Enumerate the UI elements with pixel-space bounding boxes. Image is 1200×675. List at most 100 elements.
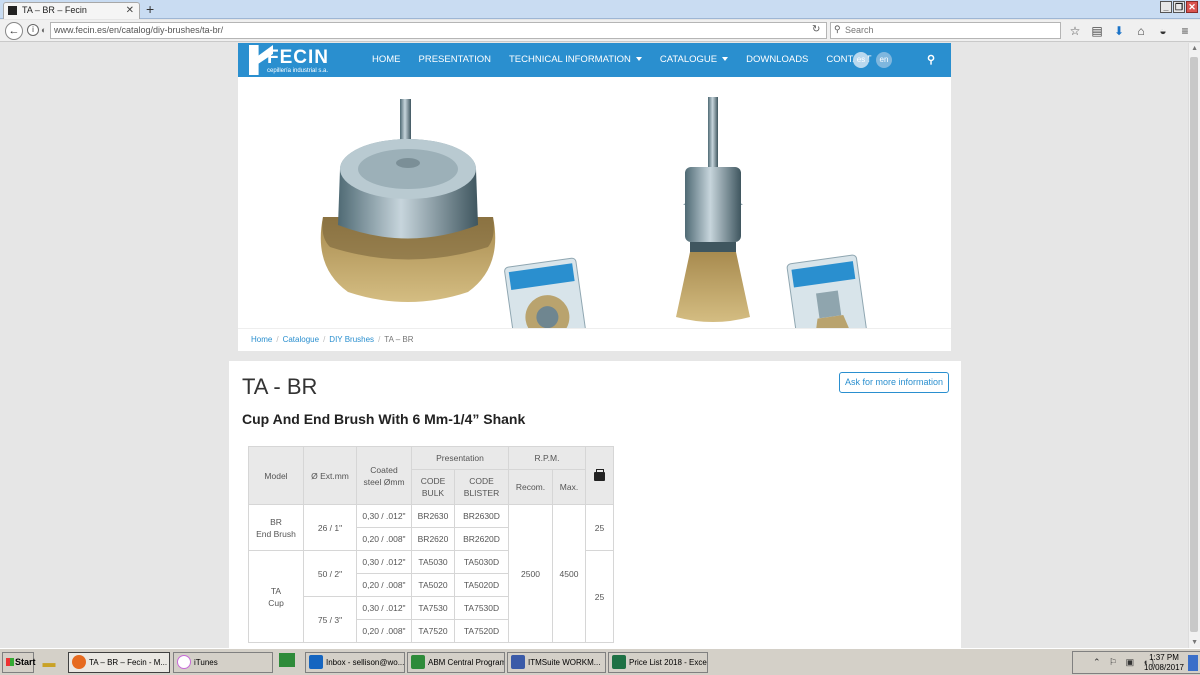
breadcrumb-diy-brushes[interactable]: DIY Brushes	[329, 335, 374, 344]
vertical-scrollbar[interactable]: ▲ ▼	[1188, 43, 1200, 648]
itmsuite-icon	[511, 655, 525, 669]
browser-navbar: ← i ◐ www.fecin.es/en/catalog/diy-brushe…	[0, 20, 1200, 42]
search-icon: ⚲	[834, 24, 841, 34]
back-button[interactable]: ←	[5, 22, 23, 40]
info-icon[interactable]: i	[27, 24, 39, 36]
bulk-code-cell: TA7520	[411, 619, 455, 643]
table-row: BR End Brush 26 / 1" 0,30 / .012" BR2630 …	[248, 504, 614, 643]
new-tab-button[interactable]: +	[146, 1, 154, 17]
taskbar-item-itunes[interactable]: iTunes	[173, 652, 273, 673]
menu-item-catalogue[interactable]: CATALOGUE	[651, 43, 737, 77]
main-menu: HOME PRESENTATION TECHNICAL INFORMATION …	[363, 43, 881, 77]
product-spec-table: Model Ø Ext.mm Coated steel Ømm Presentat…	[248, 446, 614, 643]
taskbar-item-itmsuite[interactable]: ITMSuite WORKM...	[507, 652, 606, 673]
menu-item-contact[interactable]: CONTACT	[817, 43, 880, 77]
close-tab-icon[interactable]: ✕	[126, 3, 134, 18]
reload-icon[interactable]: ↻	[812, 24, 820, 35]
breadcrumb-home[interactable]: Home	[251, 335, 272, 344]
header-ext-diameter: Ø Ext.mm	[303, 446, 357, 505]
pocket-icon[interactable]: ◒	[1156, 23, 1170, 39]
reading-list-icon[interactable]: ▤	[1090, 23, 1104, 39]
scroll-up-arrow-icon[interactable]: ▲	[1191, 45, 1198, 52]
rpm-max-cell: 4500	[552, 504, 586, 643]
ask-for-more-information-button[interactable]: Ask for more information	[839, 372, 949, 393]
header-rpm-max: Max.	[552, 469, 586, 505]
show-desktop-button[interactable]	[1188, 655, 1198, 671]
taskbar-clock[interactable]: 1:37 PM 10/08/2017	[1144, 653, 1184, 673]
caret-down-icon	[722, 57, 729, 62]
bulk-code-cell: TA5030	[411, 550, 455, 574]
header-model: Model	[248, 446, 304, 505]
download-icon[interactable]: ⬇	[1112, 23, 1126, 39]
outlook-icon	[309, 655, 323, 669]
start-button[interactable]: Start	[2, 652, 36, 673]
taskbar-item-firefox[interactable]: TA – BR – Fecin - M...	[68, 652, 170, 673]
steel-cell: 0,30 / .012"	[356, 504, 412, 528]
start-label: Start	[15, 657, 36, 667]
header-code-blister: CODE BLISTER	[454, 469, 509, 505]
site-favicon-icon	[8, 6, 17, 15]
excel-icon	[612, 655, 626, 669]
steel-cell: 0,20 / .008"	[356, 619, 412, 643]
taskbar-item-label: iTunes	[194, 658, 218, 667]
taskbar-item-label: Price List 2018 - Excel	[629, 658, 708, 667]
steel-cell: 0,30 / .012"	[356, 550, 412, 574]
itunes-icon	[177, 655, 191, 669]
browser-tab[interactable]: TA – BR – Fecin ✕	[3, 2, 140, 19]
taskbar-item-abm[interactable]: ABM Central Program	[407, 652, 505, 673]
bookmark-star-icon[interactable]: ☆	[1068, 23, 1082, 39]
taskbar-item-excel[interactable]: Price List 2018 - Excel	[608, 652, 708, 673]
url-bar[interactable]: www.fecin.es/en/catalog/diy-brushes/ta-b…	[50, 22, 827, 39]
breadcrumb-separator: /	[378, 335, 381, 344]
header-coated-steel: Coated steel Ømm	[356, 446, 412, 505]
url-text: www.fecin.es/en/catalog/diy-brushes/ta-b…	[54, 25, 224, 35]
blister-code-cell: TA5030D	[454, 550, 509, 574]
breadcrumb-catalogue[interactable]: Catalogue	[283, 335, 319, 344]
product-photos	[320, 97, 869, 357]
blister-code-cell: TA7530D	[454, 596, 509, 620]
browser-search-input[interactable]: Search	[830, 22, 1061, 39]
menu-item-technical-information[interactable]: TECHNICAL INFORMATION	[500, 43, 651, 77]
product-subtitle: Cup And End Brush With 6 Mm-1/4” Shank	[242, 411, 526, 427]
maximize-button[interactable]: ❐	[1173, 1, 1185, 13]
scrollbar-thumb[interactable]	[1190, 57, 1198, 632]
file-explorer-icon[interactable]: ▬	[38, 653, 60, 673]
taskbar-item-label: Inbox - sellison@wo...	[326, 658, 405, 667]
header-code-bulk: CODE BULK	[411, 469, 455, 505]
minimize-button[interactable]: _	[1160, 1, 1172, 13]
box-qty-cell: 25	[585, 504, 614, 551]
site-search-icon[interactable]: ⚲	[927, 53, 935, 66]
end-brush-image	[676, 97, 750, 322]
tracking-shield-icon[interactable]: ◐	[41, 25, 46, 35]
ext-cell: 50 / 2"	[303, 550, 357, 597]
ext-cell: 75 / 3"	[303, 596, 357, 643]
clock-time: 1:37 PM	[1149, 653, 1179, 662]
taskbar-item-outlook[interactable]: Inbox - sellison@wo...	[305, 652, 405, 673]
language-en-button[interactable]: en	[876, 52, 892, 68]
tab-title: TA – BR – Fecin	[22, 5, 87, 15]
abm-quicklaunch-icon[interactable]	[276, 653, 298, 673]
model-cell-br: BR End Brush	[248, 504, 304, 551]
home-icon[interactable]: ⌂	[1134, 23, 1148, 39]
cup-brush-blister-image	[504, 257, 588, 357]
window-titlebar: TA – BR – Fecin ✕ + _ ❐ ✕	[0, 0, 1200, 19]
close-window-button[interactable]: ✕	[1186, 1, 1198, 13]
caret-down-icon	[635, 57, 642, 62]
menu-item-home[interactable]: HOME	[363, 43, 410, 77]
menu-item-presentation[interactable]: PRESENTATION	[410, 43, 501, 77]
taskbar-item-label: ABM Central Program	[428, 658, 505, 667]
hamburger-menu-icon[interactable]: ≡	[1178, 23, 1192, 39]
taskbar-item-label: TA – BR – Fecin - M...	[89, 658, 168, 667]
breadcrumb-panel: Home / Catalogue / DIY Brushes / TA – BR	[238, 328, 951, 351]
language-es-button[interactable]: es	[853, 52, 869, 68]
cup-brush-image	[320, 99, 496, 302]
fecin-logo[interactable]: FECIN cepillería industrial s.a.	[249, 45, 335, 76]
bulk-code-cell: TA5020	[411, 573, 455, 597]
breadcrumb-current: TA – BR	[384, 335, 414, 344]
scroll-down-arrow-icon[interactable]: ▼	[1191, 639, 1198, 646]
bulk-code-cell: BR2630	[411, 504, 455, 528]
blister-code-cell: BR2620D	[454, 527, 509, 551]
product-hero-image	[238, 77, 951, 357]
taskbar-item-label: ITMSuite WORKM...	[528, 658, 601, 667]
menu-item-downloads[interactable]: DOWNLOADS	[737, 43, 817, 77]
